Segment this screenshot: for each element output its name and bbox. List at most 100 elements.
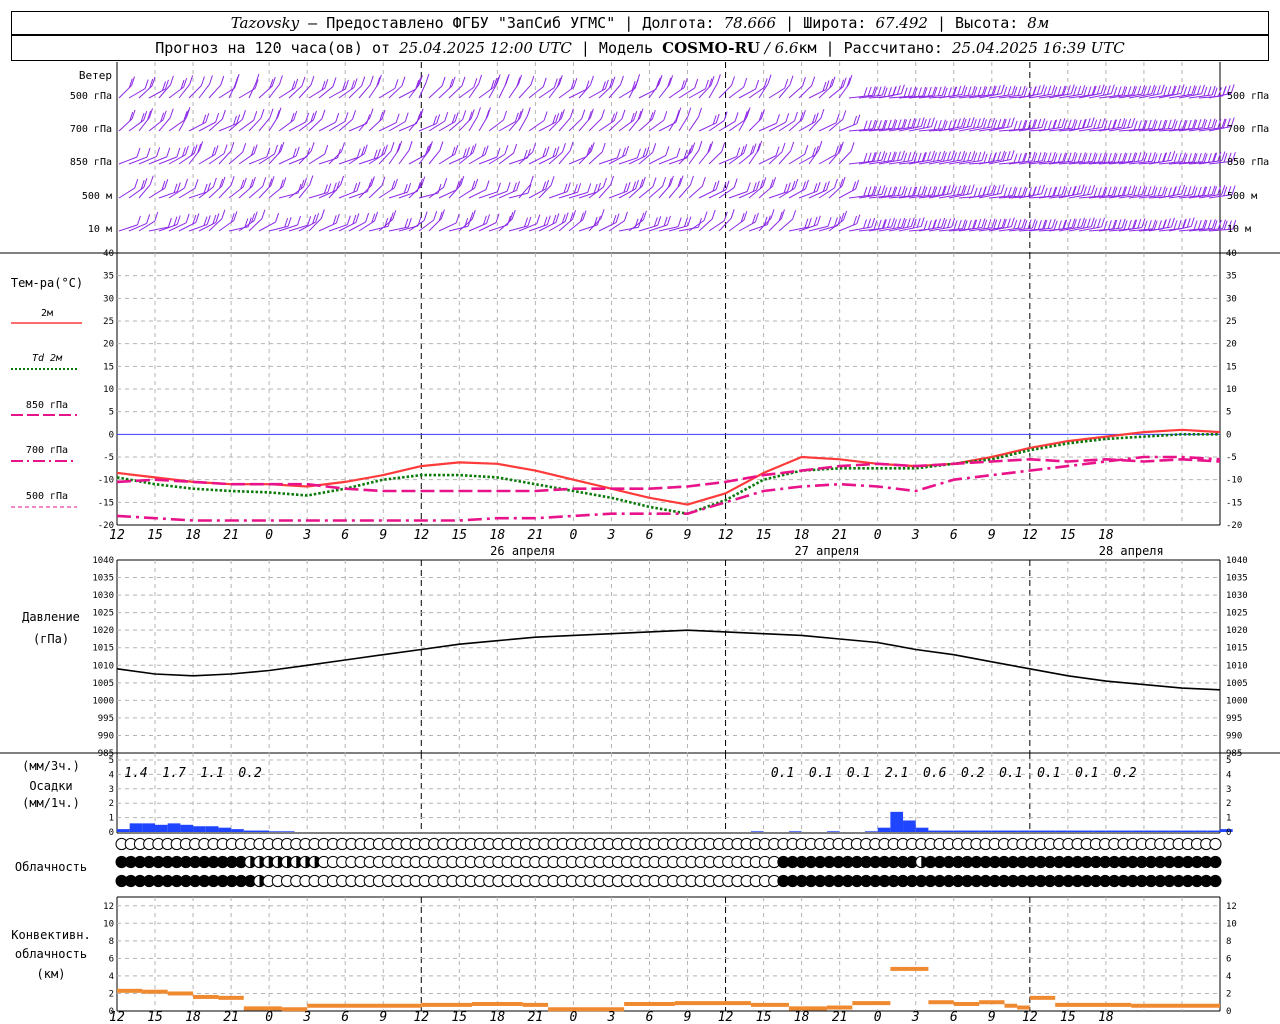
convective-segment (826, 1005, 853, 1010)
precip-bar (180, 824, 194, 832)
precip-bar (1118, 830, 1132, 832)
convective-tick-left: 4 (109, 972, 114, 982)
wind-barb (716, 74, 721, 84)
wind-barb (755, 180, 760, 191)
precip-title: Осадки (29, 779, 72, 793)
wind-barb (185, 213, 190, 223)
wind-barb (138, 155, 157, 165)
wind-barb (725, 180, 730, 190)
wind-barb (465, 147, 470, 157)
temp-tick-left: -15 (98, 498, 114, 508)
time-tick: 12 (718, 528, 734, 543)
wind-barb (1037, 220, 1042, 230)
wind-barb (260, 109, 265, 119)
wind-barb (248, 82, 257, 99)
wind-barb (335, 113, 340, 123)
wind-barb (616, 148, 621, 158)
wind-barb (340, 175, 345, 186)
wind-barb (194, 179, 199, 189)
precip-total-label: 0.6 (923, 766, 947, 781)
wind-barb (916, 218, 921, 228)
wind-barb (987, 118, 992, 128)
wind-barb (1181, 184, 1186, 195)
precip-bar (1093, 830, 1106, 832)
wind-barb (688, 185, 703, 199)
wind-barb (169, 108, 174, 118)
wind-barb (1087, 185, 1092, 195)
wind-barb (856, 114, 861, 124)
wind-barb (625, 145, 630, 156)
wind-barb (977, 187, 982, 197)
wind-barb (927, 220, 932, 230)
wind-barb (776, 114, 780, 124)
wind-barb (118, 187, 135, 199)
wind-barb (262, 177, 267, 187)
wind-barb (657, 216, 662, 226)
pressure-tick-left: 1000 (92, 696, 114, 706)
time-tick: 3 (911, 528, 920, 543)
wind-barb (578, 84, 591, 99)
wind-barb (228, 226, 249, 232)
wind-barb (1090, 117, 1095, 127)
wind-barb (295, 146, 300, 157)
temp-tick-right: 10 (1226, 385, 1237, 395)
wind-barb (328, 120, 346, 132)
cloud-symbol (1209, 855, 1222, 869)
convective-segment (421, 1002, 472, 1007)
precip-total-label: 0.1 (847, 766, 870, 781)
wind-barb (437, 183, 442, 194)
wind-barb (294, 78, 299, 89)
time-tick: 3 (607, 528, 616, 543)
wind-barb (569, 141, 574, 151)
convective-segment (218, 995, 244, 1000)
pressure-tick-right: 1010 (1226, 661, 1248, 671)
precip-bar (1207, 830, 1220, 832)
wind-barb (892, 86, 897, 96)
wind-barb (589, 75, 594, 86)
precip-bar (256, 830, 270, 832)
wind-barb (1177, 152, 1182, 163)
time-tick: 12 (1022, 1010, 1038, 1024)
wind-barb (1137, 120, 1142, 130)
wind-barb (933, 120, 938, 130)
wind-barb (332, 77, 337, 87)
date-label: 28 апреля (1099, 544, 1164, 558)
wind-barb (683, 78, 688, 88)
pressure-tick-right: 1005 (1226, 679, 1248, 689)
wind-barb (987, 86, 992, 96)
pressure-tick-left: 1025 (92, 609, 114, 619)
precip-total-label: 0.1 (771, 766, 794, 781)
pressure-title: Давление (22, 610, 80, 624)
wind-barb (920, 217, 925, 227)
wind-barb (1003, 187, 1008, 197)
wind-barb (248, 117, 262, 132)
wind-barb (887, 186, 892, 197)
wind-barb (1107, 220, 1112, 230)
precip-total-label: 0.2 (1113, 766, 1137, 781)
wind-barb (1137, 218, 1142, 229)
wind-barb (906, 218, 911, 228)
wind-barb (867, 152, 872, 162)
time-tick: 3 (607, 1010, 616, 1024)
wind-barb (926, 151, 931, 161)
convective-tick-left: 6 (109, 954, 114, 964)
precip-bar (903, 820, 916, 832)
wind-level-label: 700 гПа (1227, 124, 1269, 135)
wind-barb (438, 189, 457, 199)
wind-barb (619, 75, 624, 86)
wind-barb (937, 186, 942, 196)
wind-barb (794, 178, 799, 189)
wind-barb (618, 226, 639, 232)
wind-barb (743, 211, 748, 221)
wind-barb (711, 209, 716, 220)
wind-barb (441, 76, 446, 87)
wind-barb (1057, 186, 1062, 196)
wind-barb (1197, 220, 1202, 230)
wind-barb (568, 156, 587, 165)
wind-barb (877, 86, 882, 96)
time-tick: 0 (874, 528, 882, 543)
wind-barb (461, 76, 466, 86)
wind-barb (324, 79, 329, 89)
wind-barb (996, 185, 1001, 195)
wind-barb (468, 116, 478, 132)
